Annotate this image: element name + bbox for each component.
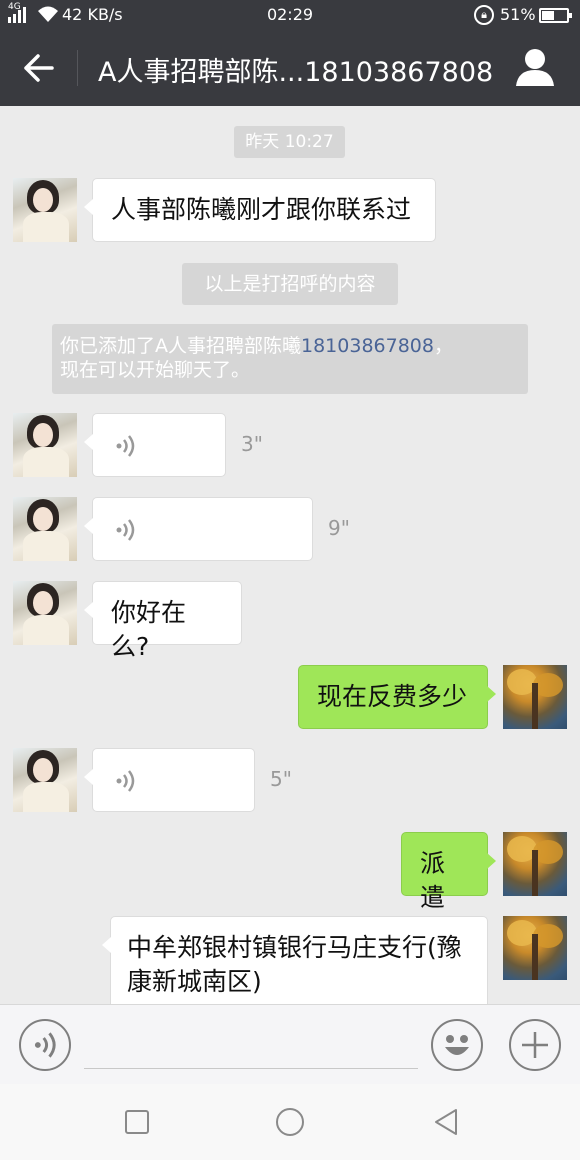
location-line2: 康新城南区) — [127, 967, 262, 996]
message-input[interactable] — [84, 1017, 418, 1069]
my-avatar[interactable] — [503, 916, 567, 980]
message-text: 派遣 — [420, 849, 446, 912]
contact-avatar[interactable] — [13, 748, 77, 812]
message-timestamp: 昨天 10:27 — [234, 126, 345, 158]
contact-avatar[interactable] — [13, 581, 77, 645]
my-avatar[interactable] — [503, 665, 567, 729]
plus-icon — [522, 1032, 548, 1058]
rotation-lock-icon: 🔒︎ — [474, 5, 494, 25]
location-line1: 中牟郑银村镇银行马庄支行(豫 — [127, 933, 462, 962]
chat-header: A人事招聘部陈...18103867808 — [0, 30, 580, 106]
battery-icon — [539, 8, 572, 23]
outgoing-location-message[interactable]: 中牟郑银村镇银行马庄支行(豫 康新城南区) — [102, 916, 488, 1004]
chat-area[interactable]: 昨天 10:27 人事部陈曦刚才跟你联系过 以上是打招呼的内容 你已添加了A人事… — [0, 106, 580, 1004]
added-line2: 现在可以开始聊天了。 — [60, 359, 251, 381]
message-text: 人事部陈曦刚才跟你联系过 — [111, 195, 412, 224]
more-button[interactable] — [509, 1019, 561, 1071]
system-nav-bar — [0, 1084, 580, 1160]
voice-wave-icon — [116, 519, 135, 541]
header-divider — [77, 50, 78, 86]
home-icon[interactable] — [274, 1106, 306, 1138]
system-message: 以上是打招呼的内容 — [182, 263, 398, 305]
voice-duration: 5" — [270, 767, 292, 791]
emoji-icon — [445, 1035, 469, 1055]
battery-percent: 51% — [500, 5, 536, 24]
voice-wave-icon — [116, 770, 135, 792]
voice-message[interactable] — [84, 497, 313, 561]
voice-message[interactable] — [84, 413, 226, 477]
voice-message[interactable] — [84, 748, 255, 812]
my-avatar[interactable] — [503, 832, 567, 896]
message-text: 你好在么? — [111, 598, 187, 661]
system-message: 你已添加了A人事招聘部陈曦18103867808， 现在可以开始聊天了。 — [52, 324, 528, 394]
back-triangle-icon[interactable] — [430, 1106, 462, 1138]
voice-mode-button[interactable] — [19, 1019, 71, 1071]
message-text: 现在反费多少 — [317, 682, 468, 711]
voice-duration: 9" — [328, 516, 350, 540]
voice-duration: 3" — [241, 432, 263, 456]
outgoing-text-message[interactable]: 派遣 — [401, 832, 496, 912]
incoming-text-message[interactable]: 人事部陈曦刚才跟你联系过 — [84, 178, 436, 242]
emoji-button[interactable] — [431, 1019, 483, 1071]
added-suffix: ， — [433, 335, 453, 357]
incoming-text-message[interactable]: 你好在么? — [84, 581, 242, 661]
contact-avatar[interactable] — [13, 497, 77, 561]
outgoing-text-message[interactable]: 现在反费多少 — [298, 665, 496, 729]
chat-title: A人事招聘部陈...18103867808 — [98, 57, 494, 88]
voice-mode-icon — [34, 1032, 56, 1058]
contact-avatar[interactable] — [13, 413, 77, 477]
greeting-note: 以上是打招呼的内容 — [204, 273, 376, 295]
phone-link[interactable]: 18103867808 — [301, 335, 434, 357]
voice-wave-icon — [116, 435, 135, 457]
person-icon[interactable] — [514, 48, 556, 88]
contact-avatar[interactable] — [13, 178, 77, 242]
back-arrow-icon[interactable] — [22, 52, 56, 84]
input-bar — [0, 1004, 580, 1084]
message-text: 中牟郑银村镇银行马庄支行(豫 康新城南区) — [111, 917, 487, 1004]
status-bar: 4G 42 KB/s 02:29 🔒︎ 51% — [0, 0, 580, 30]
added-prefix: 你已添加了A人事招聘部陈曦 — [60, 335, 301, 357]
recent-apps-icon[interactable] — [121, 1106, 153, 1138]
